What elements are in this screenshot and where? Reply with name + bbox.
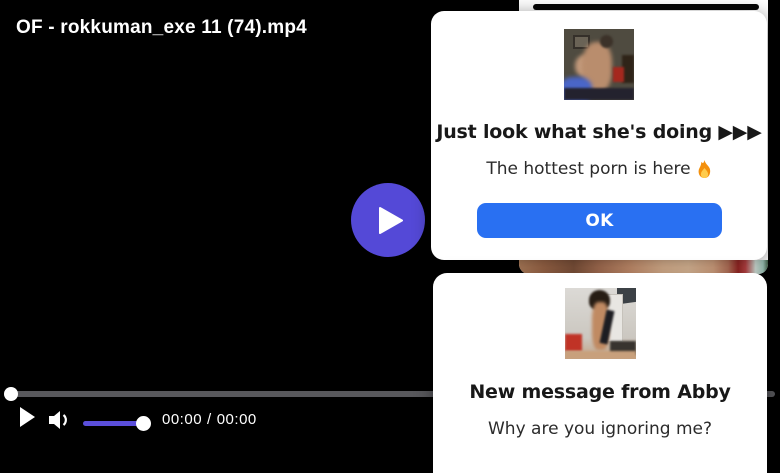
background-ad-image-strip (519, 260, 768, 274)
volume-icon (49, 410, 71, 430)
thumb-red-box (613, 67, 624, 82)
play-icon (20, 407, 35, 427)
popup-message-text-span: Why are you ignoring me? (488, 419, 712, 439)
thumb-floor (565, 351, 636, 359)
thumb-bed (564, 88, 634, 100)
popup-hot-subtitle: The hottest porn is here (431, 159, 767, 179)
popup-hot-heading: Just look what she's doing ▶▶▶ (431, 121, 767, 143)
mute-button[interactable] (48, 410, 72, 431)
popup-ad-hot: Just look what she's doing ▶▶▶ The hotte… (431, 11, 767, 260)
popup-message-heading: New message from Abby (433, 381, 767, 403)
fire-icon (697, 160, 712, 178)
popup-message-text: Why are you ignoring me? (433, 419, 767, 439)
seek-handle[interactable] (4, 387, 18, 401)
big-play-button[interactable] (351, 183, 425, 257)
duration: 00:00 (217, 411, 257, 428)
thumb-hair-bun (600, 35, 613, 48)
volume-handle[interactable] (136, 416, 151, 431)
ad-thumbnail-bedroom[interactable] (564, 29, 634, 100)
time-display: 00:00/00:00 (162, 411, 257, 428)
ad-thumbnail-selfie[interactable] (565, 288, 636, 359)
ok-button[interactable]: OK (477, 203, 722, 238)
play-button[interactable] (18, 407, 36, 429)
time-separator: / (202, 411, 217, 428)
video-title: OF - rokkuman_exe 11 (74).mp4 (16, 17, 307, 39)
current-time: 00:00 (162, 411, 202, 428)
popup-hot-subtitle-text: The hottest porn is here (486, 159, 690, 179)
big-play-icon (379, 207, 403, 234)
popup-ad-message: New message from Abby Why are you ignori… (433, 273, 767, 473)
background-panel-topbar (533, 4, 759, 10)
thumb-red-object (565, 334, 582, 351)
